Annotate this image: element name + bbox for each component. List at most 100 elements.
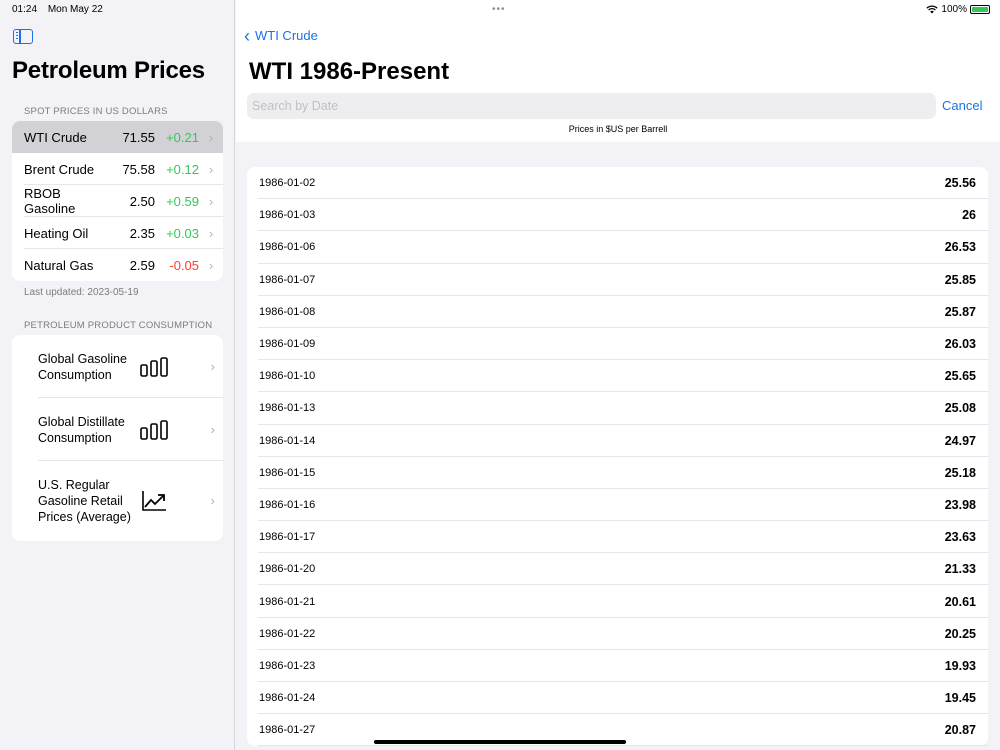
chevron-right-icon: › [210, 358, 215, 374]
sidebar-title: Petroleum Prices [12, 57, 205, 84]
row-date: 1986-01-08 [259, 305, 316, 318]
sidebar-item-us-gasoline-retail[interactable]: U.S. Regular Gasoline Retail Prices (Ave… [12, 461, 223, 541]
spot-name: RBOB Gasoline [24, 186, 76, 216]
last-updated: Last updated: 2023-05-19 [24, 287, 139, 298]
table-row[interactable]: 1986-01-14 24.97 [247, 425, 988, 457]
price-list: 1986-01-02 25.56 1986-01-03 26 1986-01-06 26.… [247, 167, 988, 747]
table-row[interactable]: 1986-01-08 25.87 [247, 296, 988, 329]
chevron-right-icon: › [208, 257, 214, 273]
row-price: 26.53 [944, 240, 976, 255]
spot-price: 71.55 [122, 129, 155, 145]
spot-price: 2.35 [129, 225, 155, 241]
search-input[interactable] [247, 93, 936, 119]
row-date: 1986-01-16 [259, 498, 316, 511]
bar-chart-icon [134, 356, 174, 377]
status-bar-right: 100% [926, 4, 990, 15]
consumption-label: U.S. Regular Gasoline Retail Prices (Ave… [38, 478, 131, 524]
battery-percent: 100% [941, 4, 967, 15]
row-date: 1986-01-27 [259, 724, 316, 737]
chevron-left-icon: ‹ [244, 25, 250, 46]
row-price: 20.61 [944, 594, 976, 609]
page-title: WTI 1986-Present [249, 58, 450, 85]
sidebar-item-natural-gas[interactable]: Natural Gas 2.59 -0.05 › [12, 249, 223, 281]
table-row[interactable]: 1986-01-02 25.56 [247, 167, 988, 200]
sidebar-item-wti-crude[interactable]: WTI Crude 71.55 +0.21 › [12, 121, 223, 153]
row-price: 25.08 [944, 401, 976, 416]
table-row[interactable]: 1986-01-24 19.45 [247, 682, 988, 715]
row-price: 20.87 [944, 723, 976, 738]
row-date: 1986-01-23 [259, 659, 316, 672]
chevron-right-icon: › [208, 161, 214, 177]
row-price: 23.63 [944, 530, 976, 545]
spot-prices-header: SPOT PRICES IN US DOLLARS [24, 106, 168, 117]
spot-price: 2.59 [129, 257, 155, 273]
row-date: 1986-01-07 [259, 273, 316, 286]
detail-header: ••• 100% ‹ WTI Crude WTI 1986-Present Ca… [236, 0, 1000, 142]
sidebar-item-global-distillate[interactable]: Global Distillate Consumption › [12, 398, 223, 461]
spot-price: 75.58 [122, 161, 155, 177]
detail-pane: ••• 100% ‹ WTI Crude WTI 1986-Present Ca… [236, 0, 1000, 750]
row-date: 1986-01-02 [259, 177, 316, 190]
cancel-button[interactable]: Cancel [942, 98, 982, 113]
row-date: 1986-01-22 [259, 627, 316, 640]
table-row[interactable]: 1986-01-16 23.98 [247, 489, 988, 522]
row-price: 26.03 [944, 337, 976, 352]
table-row[interactable]: 1986-01-23 19.93 [247, 650, 988, 683]
status-bar-left: 01:24 Mon May 22 [12, 4, 111, 15]
sidebar-item-rbob-gasoline[interactable]: RBOB Gasoline 2.50 +0.59 › [12, 185, 223, 217]
row-price: 26 [962, 208, 976, 223]
chevron-right-icon: › [208, 129, 214, 145]
chevron-right-icon: › [210, 421, 215, 437]
row-price: 19.45 [944, 691, 976, 706]
row-price: 20.25 [944, 626, 976, 641]
table-row[interactable]: 1986-01-13 25.08 [247, 392, 988, 425]
price-unit-caption: Prices in $US per Barrell [568, 124, 668, 134]
back-button-label: WTI Crude [255, 28, 318, 43]
spot-change: +0.03 [166, 225, 199, 241]
table-row[interactable]: 1986-01-09 26.03 [247, 328, 988, 361]
spot-change: +0.59 [166, 193, 199, 209]
chevron-right-icon: › [208, 225, 214, 241]
spot-change: +0.21 [166, 129, 199, 145]
multitasking-dots-icon[interactable]: ••• [492, 4, 506, 15]
sidebar-item-heating-oil[interactable]: Heating Oil 2.35 +0.03 › [12, 217, 223, 249]
table-row[interactable]: 1986-01-22 20.25 [247, 618, 988, 651]
row-price: 25.18 [944, 465, 976, 480]
spot-name: Natural Gas [24, 257, 94, 273]
sidebar: 01:24 Mon May 22 Petroleum Prices SPOT P… [0, 0, 235, 750]
spot-prices-card: WTI Crude 71.55 +0.21 › Brent Crude 75.5… [12, 121, 223, 281]
spot-change: -0.05 [169, 257, 199, 273]
consumption-label: Global Distillate Consumption [38, 414, 125, 445]
status-time: 01:24 [12, 4, 38, 15]
chevron-right-icon: › [210, 493, 215, 508]
bar-chart-icon [134, 419, 174, 440]
table-row[interactable]: 1986-01-03 26 [247, 199, 988, 232]
sidebar-item-global-gasoline[interactable]: Global Gasoline Consumption › [12, 335, 223, 398]
sidebar-item-brent-crude[interactable]: Brent Crude 75.58 +0.12 › [12, 153, 223, 185]
chevron-right-icon: › [208, 193, 214, 209]
row-price: 24.97 [944, 433, 976, 448]
row-date: 1986-01-17 [259, 531, 316, 544]
table-row[interactable]: 1986-01-10 25.65 [247, 360, 988, 393]
spot-name: WTI Crude [24, 129, 87, 145]
table-row[interactable]: 1986-01-07 25.85 [247, 264, 988, 296]
sidebar-toggle-icon[interactable] [13, 29, 33, 44]
consumption-label: Global Gasoline Consumption [38, 351, 127, 382]
back-button[interactable]: ‹ WTI Crude [244, 25, 318, 46]
table-row[interactable]: 1986-01-21 20.61 [247, 585, 988, 618]
row-date: 1986-01-14 [259, 434, 316, 447]
row-date: 1986-01-03 [259, 209, 316, 222]
table-row[interactable]: 1986-01-20 21.33 [247, 553, 988, 586]
table-row[interactable]: 1986-01-15 25.18 [247, 457, 988, 490]
row-price: 23.98 [944, 497, 976, 512]
table-row[interactable]: 1986-01-06 26.53 [247, 231, 988, 264]
spot-name: Heating Oil [24, 225, 89, 241]
row-price: 25.56 [944, 176, 976, 191]
home-indicator[interactable] [374, 740, 626, 744]
battery-icon [970, 5, 990, 14]
row-date: 1986-01-21 [259, 595, 316, 608]
row-date: 1986-01-15 [259, 466, 316, 479]
table-row[interactable]: 1986-01-17 23.63 [247, 521, 988, 554]
row-price: 25.85 [944, 272, 976, 287]
row-price: 21.33 [944, 562, 976, 577]
